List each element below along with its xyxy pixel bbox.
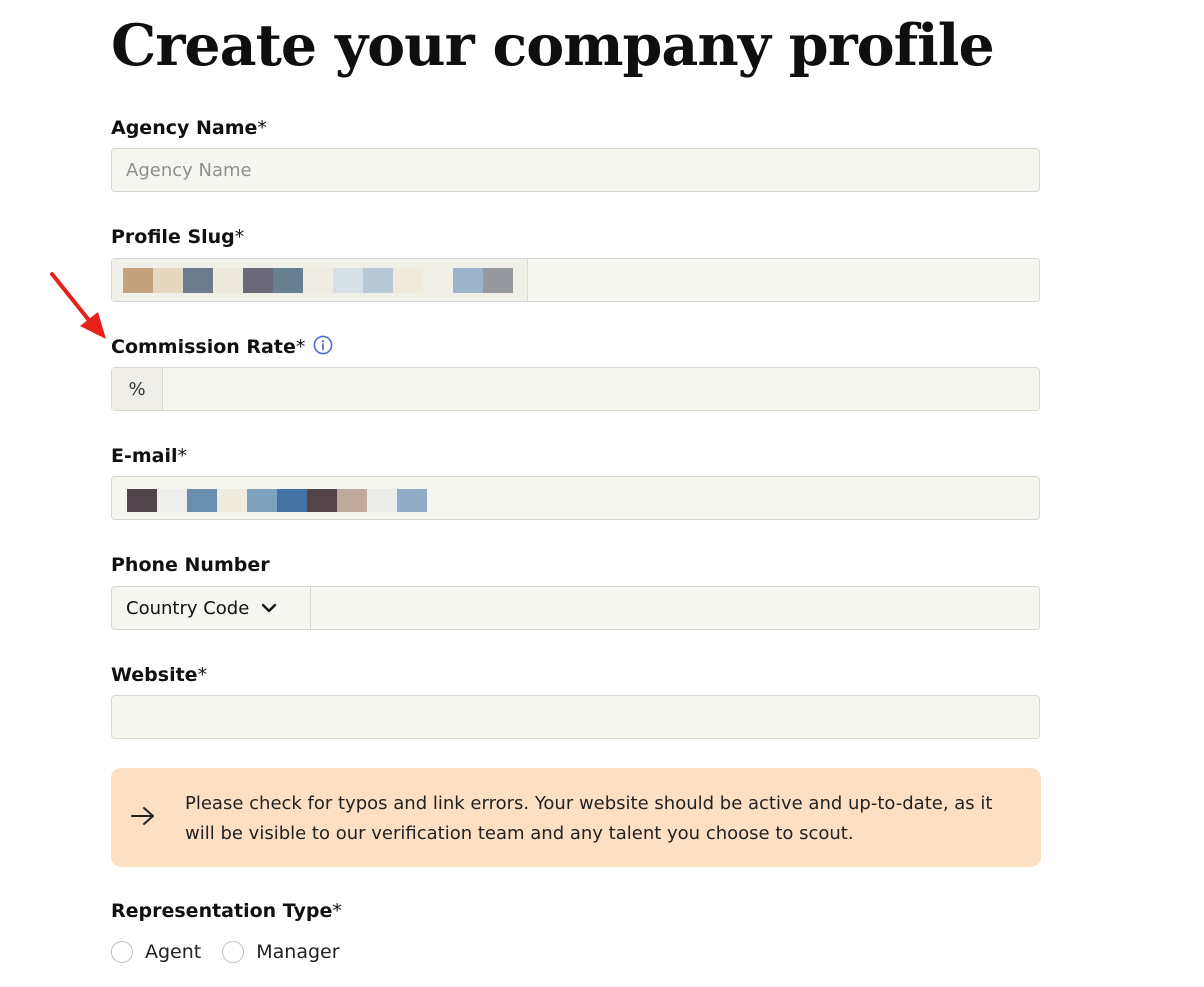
profile-slug-field[interactable] xyxy=(111,258,1040,302)
redaction-block xyxy=(217,489,247,512)
redaction-block xyxy=(213,267,243,293)
redaction-block xyxy=(153,267,183,293)
email-label: E-mail* xyxy=(111,444,187,468)
required-mark: * xyxy=(197,664,208,686)
agency-name-label-text: Agency Name xyxy=(111,117,258,139)
phone-number-input[interactable] xyxy=(312,587,1039,629)
required-mark: * xyxy=(177,445,188,467)
redaction-block xyxy=(303,267,333,293)
profile-slug-label-text: Profile Slug xyxy=(111,226,235,248)
required-mark: * xyxy=(332,900,342,922)
representation-type-label-text: Representation Type xyxy=(111,900,333,922)
redaction-block xyxy=(423,267,453,293)
redaction-block xyxy=(247,489,277,512)
chevron-down-icon xyxy=(262,603,277,613)
country-code-label: Country Code xyxy=(126,597,250,619)
redaction-block xyxy=(127,489,157,512)
redaction-block xyxy=(277,489,307,512)
redaction-block xyxy=(333,267,363,293)
website-field[interactable] xyxy=(111,695,1040,739)
redaction-block xyxy=(393,267,423,293)
radio-agent-label: Agent xyxy=(145,941,202,963)
agency-name-input[interactable] xyxy=(112,149,1039,191)
percent-prefix: % xyxy=(112,368,163,410)
email-value-redacted xyxy=(127,489,427,512)
representation-type-label: Representation Type* xyxy=(111,899,342,923)
arrow-right-icon xyxy=(131,807,154,825)
website-input[interactable] xyxy=(112,696,1039,738)
commission-rate-input[interactable] xyxy=(163,368,1039,410)
website-notice: Please check for typos and link errors. … xyxy=(111,768,1041,867)
redaction-block xyxy=(157,489,187,512)
profile-slug-label: Profile Slug* xyxy=(111,225,244,249)
agency-name-field[interactable] xyxy=(111,148,1040,192)
redaction-block xyxy=(123,267,153,293)
commission-rate-field[interactable]: % xyxy=(111,367,1040,411)
redaction-block xyxy=(187,489,217,512)
phone-number-label: Phone Number xyxy=(111,554,270,576)
page-title: Create your company profile xyxy=(111,12,995,79)
info-icon[interactable] xyxy=(313,335,333,355)
email-label-text: E-mail xyxy=(111,445,178,467)
representation-type-options: Agent Manager xyxy=(111,941,361,963)
phone-number-field[interactable]: Country Code xyxy=(111,586,1040,630)
redaction-block xyxy=(273,267,303,293)
radio-agent[interactable]: Agent xyxy=(111,941,201,963)
redaction-block xyxy=(483,267,513,293)
website-label: Website* xyxy=(111,663,207,687)
redaction-block xyxy=(307,489,337,512)
email-field[interactable] xyxy=(111,476,1040,520)
commission-rate-label-text: Commission Rate xyxy=(111,336,296,358)
radio-manager[interactable]: Manager xyxy=(222,941,340,963)
radio-circle[interactable] xyxy=(222,941,245,963)
required-mark: * xyxy=(234,226,245,248)
radio-circle[interactable] xyxy=(111,941,133,963)
radio-manager-label: Manager xyxy=(256,941,340,963)
notice-text: Please check for typos and link errors. … xyxy=(185,793,993,844)
redaction-block xyxy=(367,489,397,512)
redaction-block xyxy=(453,267,483,293)
red-pointer-arrow-icon xyxy=(50,272,106,339)
redaction-block xyxy=(363,267,393,293)
country-code-select[interactable]: Country Code xyxy=(112,587,311,629)
required-mark: * xyxy=(257,117,267,139)
redaction-block xyxy=(397,489,427,512)
redaction-block xyxy=(183,267,213,293)
agency-name-label: Agency Name* xyxy=(111,116,267,140)
redaction-block xyxy=(243,267,273,293)
profile-slug-input[interactable] xyxy=(529,259,1039,301)
profile-slug-prefix-redacted xyxy=(112,259,528,301)
redaction-block xyxy=(337,489,367,512)
required-mark: * xyxy=(295,336,306,358)
website-label-text: Website xyxy=(111,664,198,686)
commission-rate-label: Commission Rate* xyxy=(111,335,333,359)
